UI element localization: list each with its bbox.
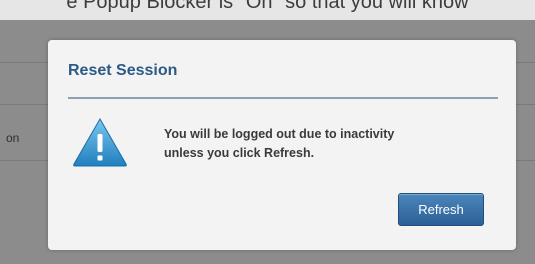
background-fragment-text: on <box>6 131 20 145</box>
dialog-message-line: You will be logged out due to inactivity <box>164 127 395 141</box>
dialog-message: You will be logged out due to inactivity… <box>164 125 484 163</box>
dialog-title: Reset Session <box>68 62 178 79</box>
dialog-divider <box>68 97 498 99</box>
background-instruction-text: e Popup Blocker is "On" so that you will… <box>66 0 469 13</box>
background-top-strip: e Popup Blocker is "On" so that you will… <box>0 0 535 20</box>
warning-icon <box>73 118 127 167</box>
refresh-button[interactable]: Refresh <box>398 193 484 226</box>
dialog-message-line: unless you click Refresh. <box>164 146 315 160</box>
reset-session-dialog: Reset Session You will be logged out due… <box>48 40 516 250</box>
